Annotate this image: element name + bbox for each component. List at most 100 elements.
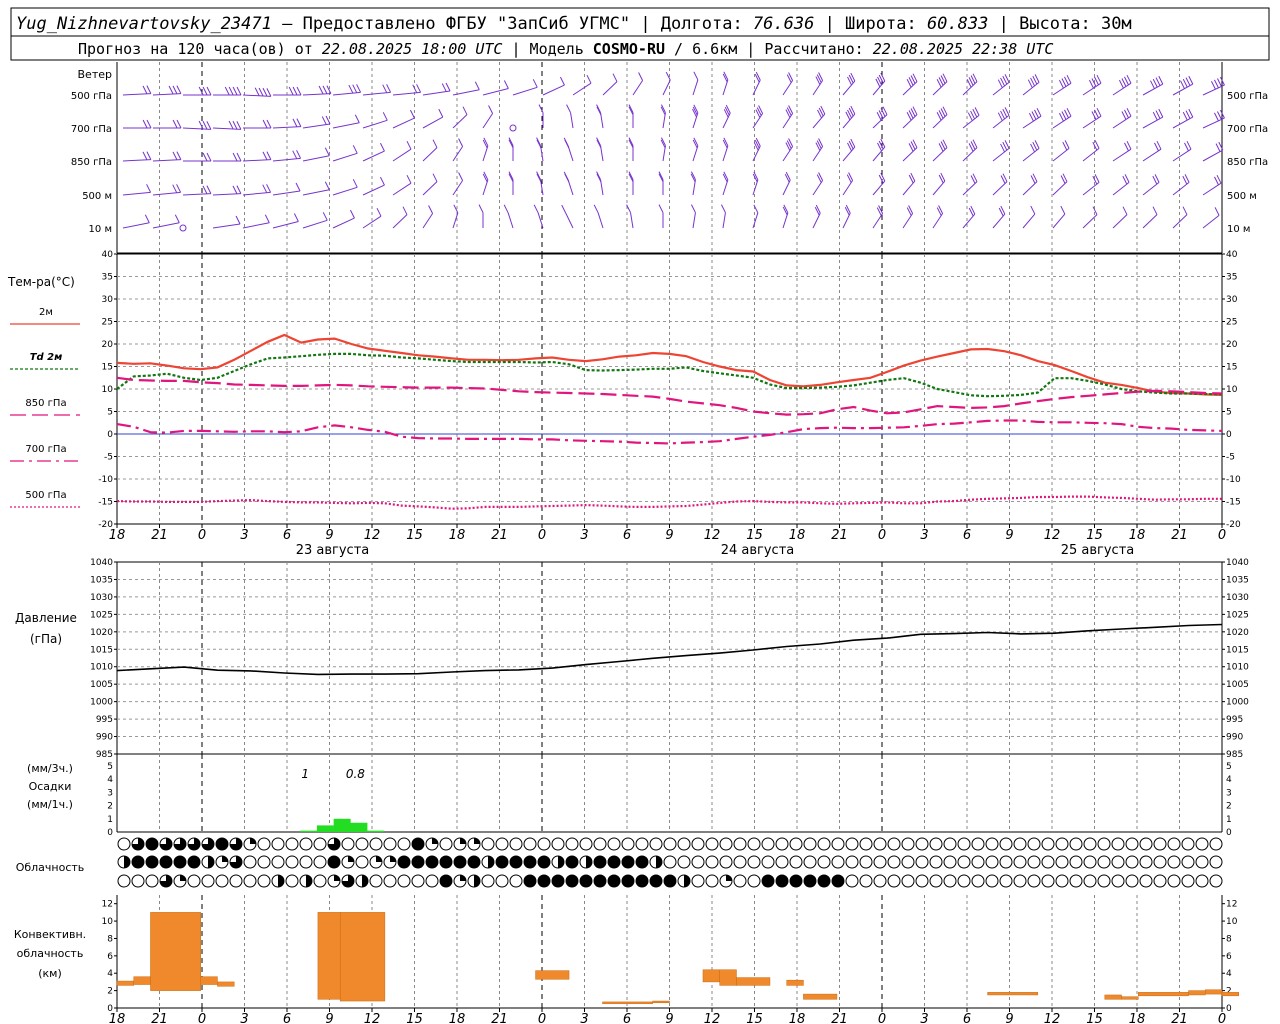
cloud-cover-circle bbox=[285, 855, 299, 869]
cloud-cover-circle bbox=[1111, 855, 1125, 869]
wind-barb-flag bbox=[146, 85, 152, 94]
wind-barb-staff bbox=[842, 113, 856, 129]
cloud-cover-quarter bbox=[348, 856, 354, 862]
cloud-cover-quarter bbox=[460, 838, 466, 844]
wind-barb-flag bbox=[416, 84, 422, 93]
cloud-cover-circle bbox=[971, 855, 985, 869]
wind-level-label: 10 м bbox=[1227, 224, 1250, 235]
temp-xtick-label: 21 bbox=[151, 528, 168, 543]
cloud-cover-circle bbox=[1069, 837, 1083, 851]
cloud-cover-full bbox=[132, 856, 144, 868]
wind-barb-staff bbox=[872, 146, 886, 162]
wind-barb-staff bbox=[332, 122, 360, 129]
wind-barb-staff bbox=[482, 113, 493, 129]
cloud-cover-half bbox=[558, 856, 564, 868]
temp-series-line bbox=[116, 376, 1223, 416]
temp-xtick-label: 3 bbox=[920, 528, 928, 543]
wind-barb-flag bbox=[1182, 78, 1188, 88]
cloud-cover-circle bbox=[1027, 855, 1041, 869]
wind-barb-flag bbox=[228, 86, 234, 96]
precip-3h-label: 0.8 bbox=[346, 767, 365, 781]
precip-ytick-label: 3 bbox=[107, 788, 113, 798]
wind-barb-flag bbox=[755, 71, 761, 81]
cloud-cover-full bbox=[440, 856, 452, 868]
wind-barb-flag bbox=[322, 85, 328, 95]
cloud-cover-circle bbox=[635, 837, 649, 851]
wind-barb-staff bbox=[902, 213, 913, 229]
wind-barb-flag bbox=[254, 87, 260, 97]
wind-barb-staff bbox=[752, 113, 763, 129]
wind-barb-flag bbox=[1122, 206, 1128, 215]
press-ytick-label: 985 bbox=[96, 750, 113, 760]
wind-barb-flag bbox=[1158, 75, 1164, 85]
temp-ytick-label: 35 bbox=[1226, 273, 1237, 283]
cloud-cover-circle bbox=[971, 837, 985, 851]
cloud-cover-circle bbox=[537, 837, 551, 851]
wind-barb-flag bbox=[264, 214, 270, 223]
wind-barb-staff bbox=[600, 179, 604, 196]
day-label: 23 августа bbox=[296, 543, 370, 558]
cloud-cover-circle bbox=[775, 855, 789, 869]
wind-barb-staff bbox=[902, 114, 918, 129]
cloud-cover-circle bbox=[957, 837, 971, 851]
wind-barb-flag bbox=[402, 206, 408, 215]
wind-barb-staff bbox=[1052, 181, 1068, 196]
cloud-cover-circle bbox=[859, 874, 873, 888]
cloud-cover-half bbox=[656, 856, 662, 868]
wind-barb-flag bbox=[560, 76, 565, 86]
wind-barb-flag bbox=[202, 86, 208, 96]
conv-xtick-label: 3 bbox=[240, 1012, 248, 1024]
wind-barb-staff bbox=[122, 222, 150, 229]
cloud-cover-circle bbox=[817, 855, 831, 869]
press-ytick-label: 1030 bbox=[1226, 593, 1249, 603]
cloud-cover-circle bbox=[313, 874, 327, 888]
wind-barb-flag bbox=[458, 172, 464, 181]
wind-barb-staff bbox=[722, 79, 729, 96]
temp-ylabel: Тем-ра(°C) bbox=[7, 275, 75, 289]
conv-cloud-bar bbox=[1221, 992, 1239, 997]
wind-barb-flag bbox=[1215, 143, 1221, 152]
wind-barb-flag bbox=[266, 88, 272, 97]
cloud-cover-circle bbox=[1027, 874, 1041, 888]
precip-ytick-label: 2 bbox=[1226, 802, 1232, 812]
conv-ytick-label: 12 bbox=[1226, 900, 1237, 910]
press-ytick-label: 995 bbox=[96, 715, 113, 725]
conv-cloud-bar bbox=[803, 993, 838, 1000]
wind-barb-staff bbox=[692, 145, 699, 162]
wind-barb-flag bbox=[146, 184, 152, 193]
cloud-cover-full bbox=[636, 875, 648, 887]
conv-xtick-label: 15 bbox=[406, 1012, 423, 1024]
conv-ytick-label: 6 bbox=[107, 952, 113, 962]
temp-ytick-label: 40 bbox=[1226, 250, 1238, 260]
press-ylabel: (гПа) bbox=[30, 632, 62, 646]
temp-legend-label: 2м bbox=[39, 307, 53, 318]
cloud-cover-circle bbox=[439, 837, 453, 851]
wind-barb-flag bbox=[564, 139, 570, 149]
wind-barb-staff bbox=[1142, 116, 1164, 129]
press-ytick-label: 1040 bbox=[1226, 558, 1249, 568]
cloud-cover-full bbox=[510, 856, 522, 868]
cloud-cover-circle bbox=[1125, 855, 1139, 869]
cloud-cover-circle bbox=[1013, 855, 1027, 869]
cloud-cover-quarter bbox=[726, 875, 732, 881]
cloud-cover-circle bbox=[1153, 855, 1167, 869]
press-ytick-label: 990 bbox=[96, 733, 113, 743]
conv-xtick-label: 21 bbox=[491, 1012, 508, 1024]
wind-barb-staff bbox=[542, 84, 565, 96]
cloud-cover-circle bbox=[425, 874, 439, 888]
cloud-cover-circle bbox=[341, 837, 355, 851]
wind-barb-flag bbox=[596, 137, 602, 146]
precip-ytick-label: 1 bbox=[1226, 815, 1232, 825]
wind-barb-flag bbox=[596, 106, 602, 116]
cloud-cover-circle bbox=[271, 837, 285, 851]
conv-xtick-label: 3 bbox=[920, 1012, 928, 1024]
cloud-cover-circle bbox=[187, 874, 201, 888]
wind-barb-flag bbox=[296, 118, 302, 127]
wind-barb-staff bbox=[662, 145, 666, 162]
cloud-cover-circle bbox=[733, 837, 747, 851]
press-ytick-label: 1025 bbox=[1226, 610, 1249, 620]
cloud-cover-circle bbox=[593, 837, 607, 851]
cloud-cover-circle bbox=[355, 837, 369, 851]
temp-legend-label: 500 гПа bbox=[25, 490, 66, 501]
cloud-cover-circle bbox=[677, 837, 691, 851]
